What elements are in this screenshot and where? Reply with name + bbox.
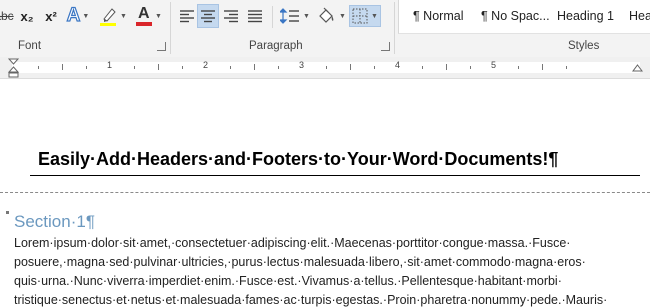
line-spacing-icon: [280, 8, 300, 24]
right-indent-marker-icon[interactable]: [632, 64, 643, 76]
document-page[interactable]: Easily·Add·Headers·and·Footers·to·Your·W…: [0, 79, 650, 307]
paragraph-group-label: Paragraph: [249, 40, 303, 52]
ruler-tick: [326, 66, 327, 69]
chevron-down-icon: ▼: [371, 12, 378, 20]
paragraph-dialog-launcher-icon[interactable]: [381, 42, 390, 51]
font-dialog-launcher-icon[interactable]: [157, 42, 166, 51]
header-boundary: [0, 192, 650, 193]
chevron-down-icon: ▼: [120, 12, 127, 20]
ruler-tick: [278, 66, 279, 69]
ruler-number: 2: [203, 60, 209, 70]
align-left-button[interactable]: [176, 4, 198, 28]
subscript-button[interactable]: x₂: [16, 4, 38, 28]
align-right-icon: [224, 10, 238, 23]
chevron-down-icon: ▼: [82, 12, 90, 20]
style-heading-1[interactable]: Heading 1: [557, 9, 614, 23]
separator: [394, 2, 395, 54]
chevron-down-icon: ▼: [303, 12, 310, 20]
style-normal[interactable]: ¶ Normal: [413, 9, 463, 23]
ribbon: abc x₂ x² A ▼ ▼ A ▼ Font ▼ ▼: [0, 0, 650, 58]
justify-button[interactable]: [244, 4, 266, 28]
ruler-tick: [470, 66, 471, 69]
ruler-number: 1: [107, 60, 113, 70]
text-highlight-button[interactable]: ▼: [96, 4, 130, 28]
ruler-tick: [422, 66, 423, 69]
borders-button[interactable]: ▼: [348, 4, 382, 28]
chevron-down-icon: ▼: [339, 12, 346, 20]
ruler-tick: [182, 66, 183, 69]
separator: [170, 2, 171, 54]
ruler-tick: [446, 64, 447, 70]
styles-gallery: ¶ Normal ¶ No Spac... Heading 1 Hea: [398, 0, 650, 34]
borders-icon: [352, 8, 368, 24]
ruler-tick: [566, 66, 567, 69]
ruler-tick: [374, 66, 375, 69]
body-line[interactable]: tristique·senectus·et·netus·et·malesuada…: [14, 293, 607, 307]
body-line[interactable]: quis·urna.·Nunc·viverra·imperdiet·enim.·…: [14, 274, 562, 288]
body-line[interactable]: posuere,·magna·sed·pulvinar·ultricies,·p…: [14, 255, 586, 269]
style-no-spacing[interactable]: ¶ No Spac...: [481, 9, 550, 23]
ruler-tick: [518, 66, 519, 69]
paint-bucket-icon: [319, 7, 334, 23]
align-center-button[interactable]: [197, 4, 219, 28]
ruler-tick: [230, 66, 231, 69]
line-spacing-button[interactable]: ▼: [278, 4, 312, 28]
align-center-icon: [201, 10, 215, 23]
align-left-icon: [180, 10, 194, 23]
body-line[interactable]: Lorem·ipsum·dolor·sit·amet,·consectetuer…: [14, 236, 570, 250]
shading-button[interactable]: ▼: [314, 4, 348, 28]
ruler-tick: [62, 64, 63, 70]
ruler-tick: [38, 66, 39, 69]
chevron-down-icon: ▼: [155, 12, 162, 20]
font-color-icon: A: [136, 5, 153, 27]
section-title[interactable]: Section·1¶: [14, 212, 95, 232]
text-effects-button[interactable]: A ▼: [66, 4, 90, 28]
font-color-button[interactable]: A ▼: [134, 4, 164, 28]
superscript-button[interactable]: x²: [40, 4, 62, 28]
ruler-tick: [254, 64, 255, 70]
font-group-label: Font: [18, 40, 42, 52]
align-right-button[interactable]: [220, 4, 242, 28]
ruler-tick: [350, 64, 351, 70]
style-heading-2[interactable]: Hea: [629, 9, 650, 23]
ruler-tick: [86, 66, 87, 69]
indent-marker-icon[interactable]: [8, 58, 19, 78]
header-text[interactable]: Easily·Add·Headers·and·Footers·to·Your·W…: [38, 149, 558, 170]
ruler[interactable]: 1 2 3 4 5: [0, 57, 650, 79]
text-effects-icon: A: [66, 4, 81, 26]
paragraph-mark-icon: [6, 211, 9, 214]
ruler-tick: [134, 66, 135, 69]
ruler-number: 3: [299, 60, 305, 70]
highlighter-icon: [99, 6, 117, 26]
ruler-number: 4: [395, 60, 401, 70]
separator: [272, 6, 273, 28]
ruler-tick: [158, 64, 159, 70]
ruler-tick: [542, 64, 543, 70]
styles-group-label: Styles: [568, 40, 600, 52]
ruler-number: 5: [491, 60, 497, 70]
justify-icon: [248, 10, 262, 23]
header-underline: [30, 175, 640, 176]
